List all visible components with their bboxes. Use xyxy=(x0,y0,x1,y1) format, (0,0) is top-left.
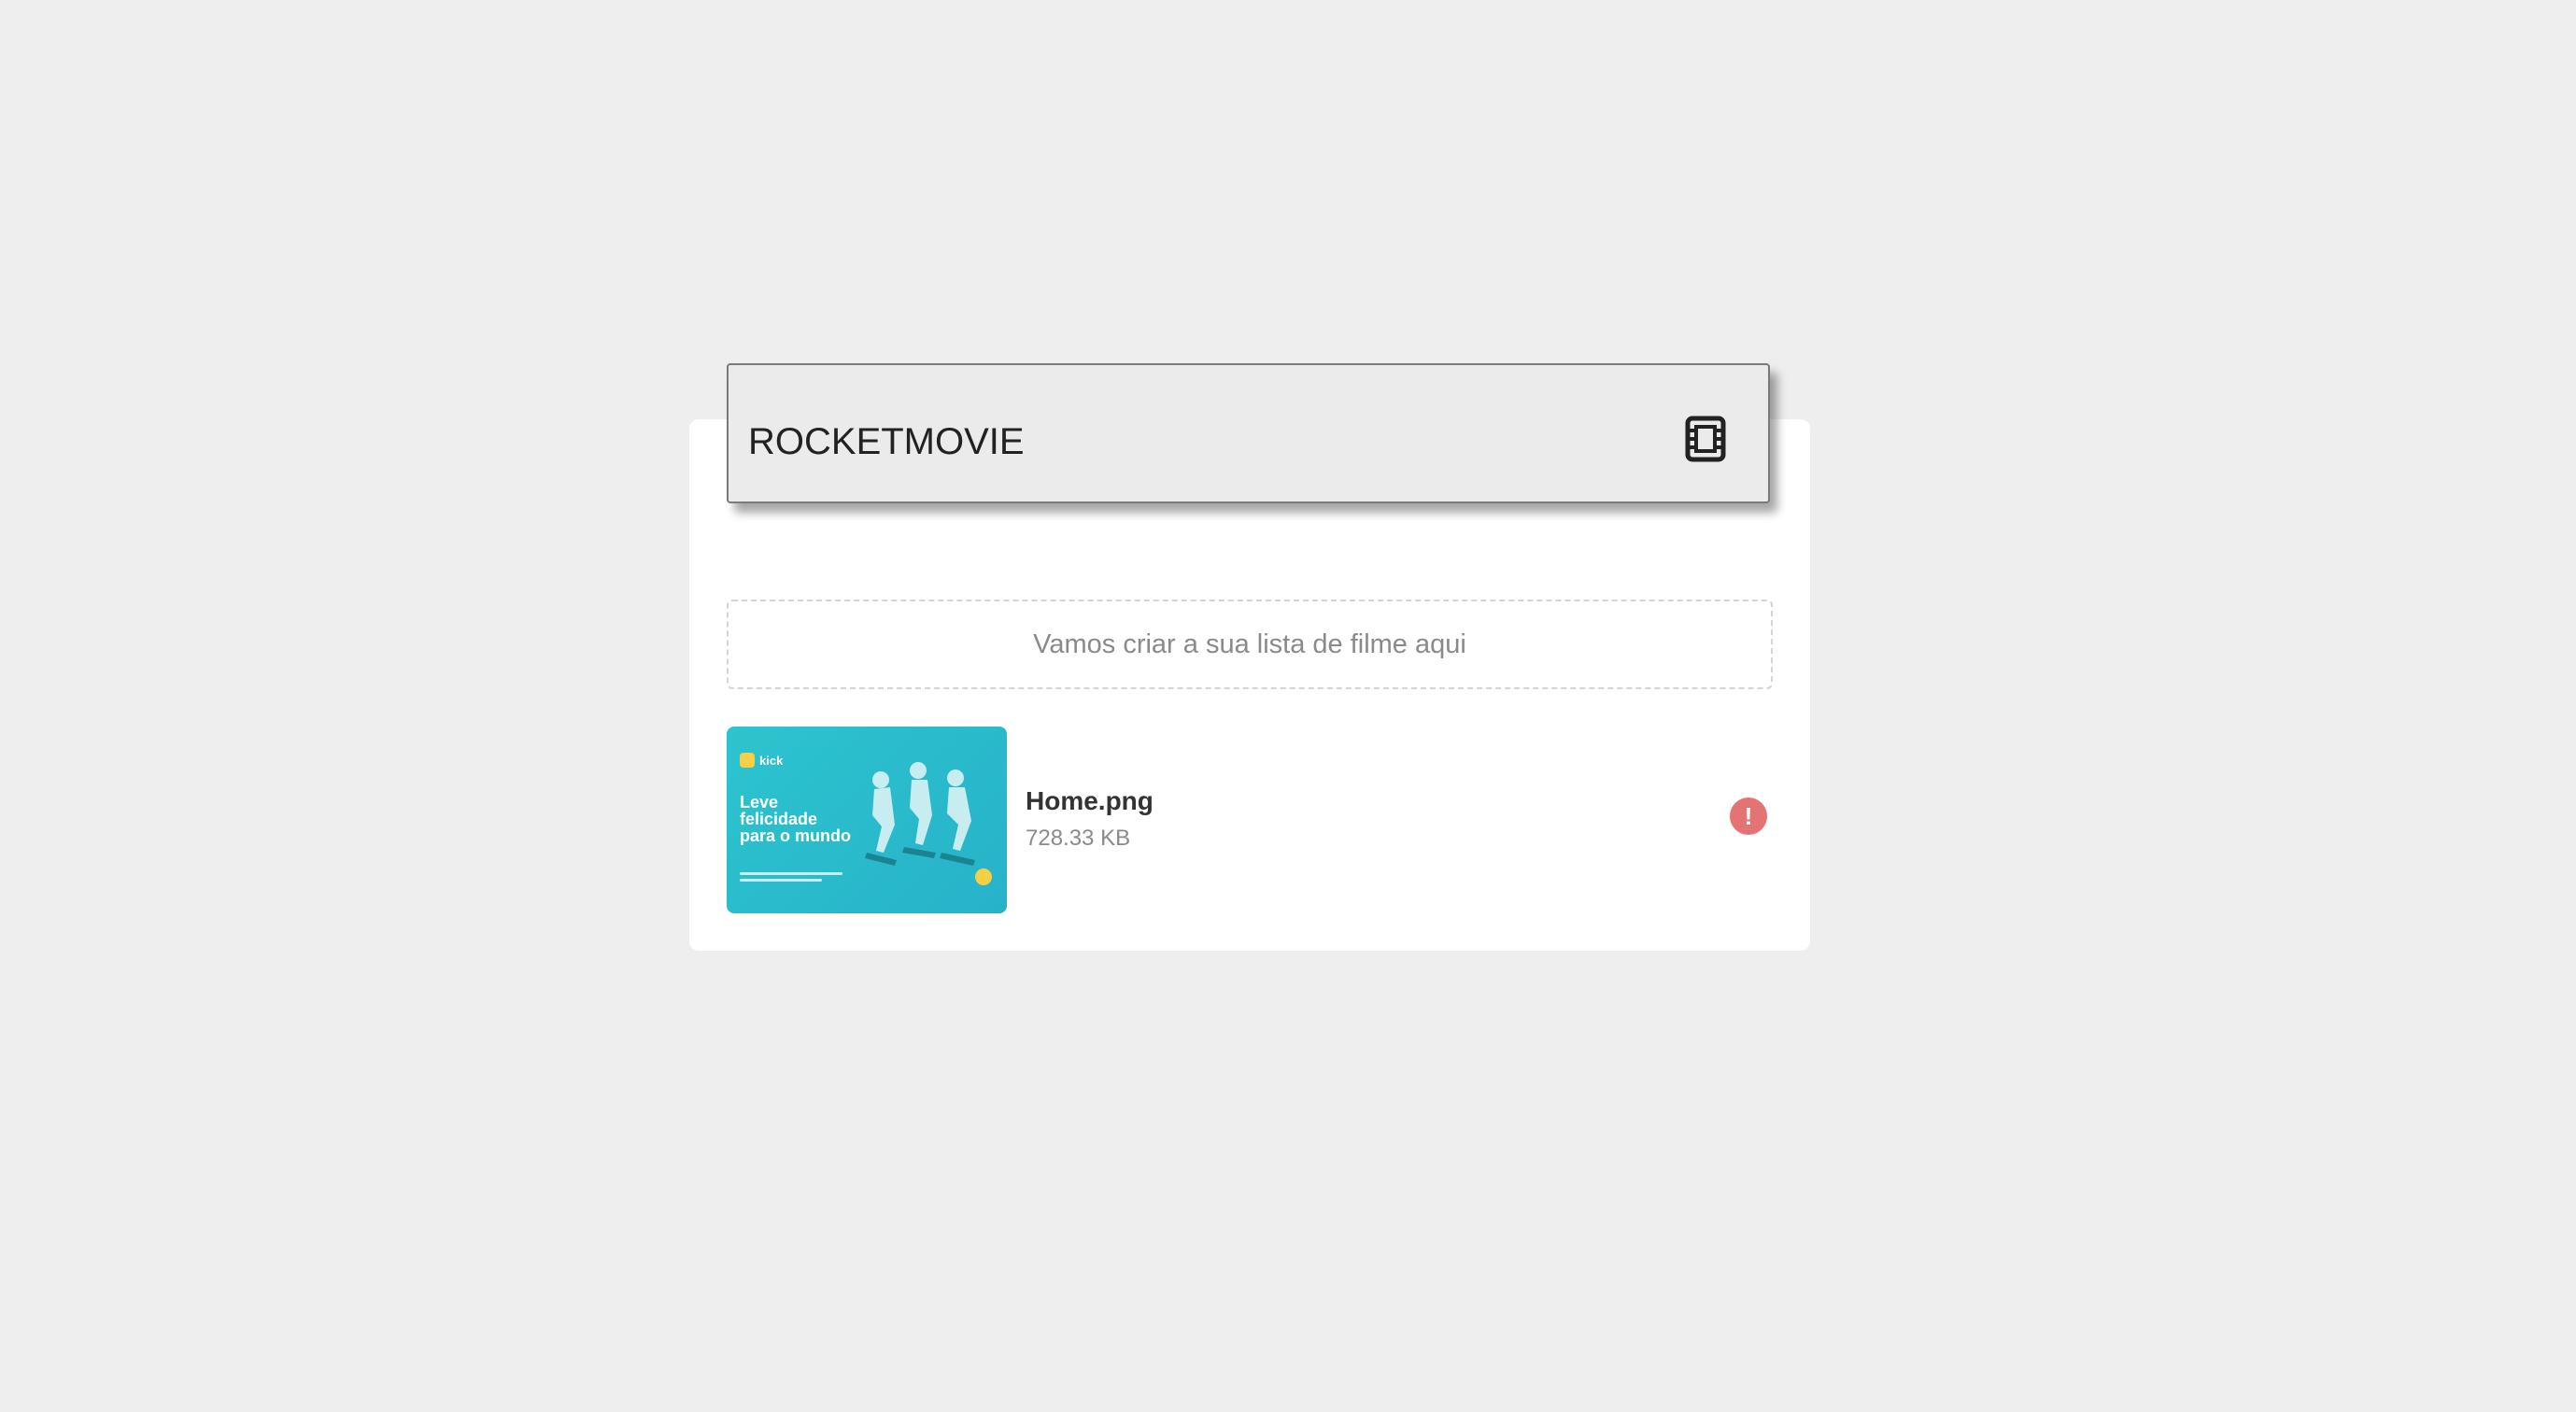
skaters-illustration-icon xyxy=(865,762,975,866)
error-icon[interactable]: ! xyxy=(1730,798,1767,835)
thumbnail-brand-name: kick xyxy=(759,753,784,768)
uploaded-file-item: kick Leve felicidade para o mundo Home.p… xyxy=(727,727,1773,913)
file-name: Home.png xyxy=(1026,786,1154,815)
film-icon[interactable] xyxy=(1685,416,1726,462)
thumbnail-brand: kick xyxy=(740,753,783,768)
app-title: ROCKETMOVIE xyxy=(748,421,1025,462)
file-dropzone[interactable]: Vamos criar a sua lista de filme aqui xyxy=(727,600,1773,689)
brand-logo-icon xyxy=(740,753,755,768)
app-header: ROCKETMOVIE xyxy=(727,363,1770,503)
thumbnail-subtext xyxy=(740,872,842,887)
file-size: 728.33 KB xyxy=(1026,826,1131,851)
file-thumbnail: kick Leve felicidade para o mundo xyxy=(727,727,1007,913)
thumbnail-headline: Leve felicidade para o mundo xyxy=(740,793,852,845)
dropzone-text: Vamos criar a sua lista de filme aqui xyxy=(1033,628,1466,659)
thumbnail-badge-icon xyxy=(975,868,992,885)
